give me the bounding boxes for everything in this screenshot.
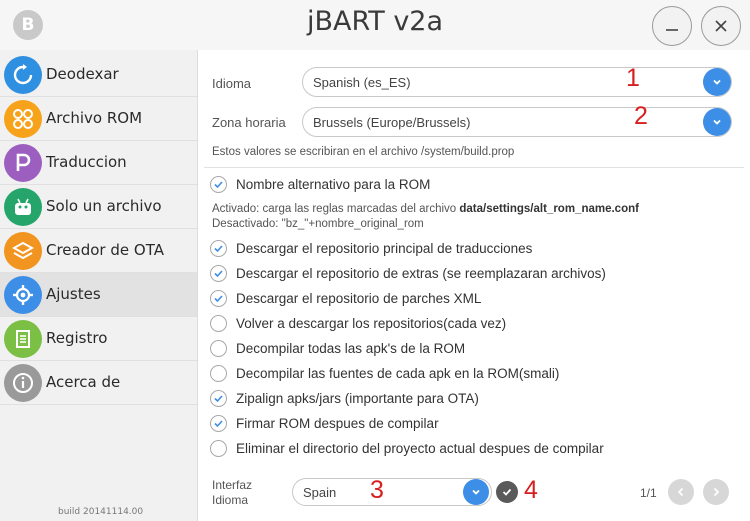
page-indicator: 1/1 bbox=[640, 486, 657, 500]
build-version: build 20141114.00 bbox=[58, 507, 144, 517]
sidebar-item-label: Archivo ROM bbox=[46, 109, 143, 127]
option-item[interactable]: Decompilar las fuentes de cada apk en la… bbox=[210, 364, 730, 384]
annotation-marker: 3 bbox=[370, 476, 384, 504]
android-icon bbox=[4, 188, 42, 226]
interfaz-label: Interfaz bbox=[212, 478, 253, 492]
layers-icon bbox=[4, 232, 42, 270]
sidebar-item-traduccion[interactable]: Traduccion bbox=[0, 141, 197, 185]
sidebar-item-acerca-de[interactable]: Acerca de bbox=[0, 361, 197, 405]
sidebar-item-label: Solo un archivo bbox=[46, 197, 162, 215]
sidebar-item-label: Acerca de bbox=[46, 373, 121, 391]
sidebar-item-solo-un-archivo[interactable]: Solo un archivo bbox=[0, 185, 197, 229]
alt-name-active-note: Activado: carga las reglas marcadas del … bbox=[212, 203, 639, 215]
interface-language-value: Spain bbox=[303, 485, 337, 500]
idioma-value: Spanish (es_ES) bbox=[313, 75, 411, 90]
refresh-icon bbox=[4, 56, 42, 94]
check-icon[interactable] bbox=[210, 265, 227, 282]
buildprop-note: Estos valores se escribiran en el archiv… bbox=[212, 146, 515, 158]
zona-horaria-label: Zona horaria bbox=[212, 115, 286, 130]
sidebar-item-creador-de-ota[interactable]: Creador de OTA bbox=[0, 229, 197, 273]
option-item[interactable]: Descargar el repositorio de parches XML bbox=[210, 289, 730, 309]
option-label: Descargar el repositorio de extras (se r… bbox=[236, 266, 606, 281]
chevron-down-icon[interactable] bbox=[703, 108, 731, 136]
idioma-label: Idioma bbox=[212, 76, 252, 91]
check-icon[interactable] bbox=[210, 390, 227, 407]
option-label: Nombre alternativo para la ROM bbox=[236, 177, 431, 192]
sidebar-item-deodexar[interactable]: Deodexar bbox=[0, 53, 197, 97]
settings-panel: Idioma Spanish (es_ES) 1 Zona horaria Br… bbox=[198, 50, 750, 521]
zona-horaria-value: Brussels (Europe/Brussels) bbox=[313, 115, 471, 130]
checkbox-empty-icon[interactable] bbox=[210, 315, 227, 332]
check-icon[interactable] bbox=[210, 290, 227, 307]
chevron-down-icon[interactable] bbox=[703, 68, 731, 96]
gear-icon bbox=[4, 276, 42, 314]
option-item[interactable]: Decompilar todas las apk's de la ROM bbox=[210, 339, 730, 359]
option-item[interactable]: Zipalign apks/jars (importante para OTA) bbox=[210, 389, 730, 409]
sidebar-item-label: Deodexar bbox=[46, 65, 119, 83]
option-label: Eliminar el directorio del proyecto actu… bbox=[236, 441, 604, 456]
checkbox-empty-icon[interactable] bbox=[210, 440, 227, 457]
next-page-button[interactable] bbox=[703, 479, 729, 505]
sidebar-item-ajustes[interactable]: Ajustes bbox=[0, 273, 197, 317]
minimize-button[interactable] bbox=[652, 6, 692, 46]
option-label: Descargar el repositorio principal de tr… bbox=[236, 241, 533, 256]
sidebar: Deodexar Archivo ROM Traduccion Solo un … bbox=[0, 50, 198, 521]
sidebar-item-label: Traduccion bbox=[46, 153, 127, 171]
check-icon[interactable] bbox=[210, 240, 227, 257]
close-icon bbox=[715, 20, 727, 32]
option-label: Decompilar las fuentes de cada apk en la… bbox=[236, 366, 560, 381]
alt-name-inactive-note: Desactivado: "bz_"+nombre_original_rom bbox=[212, 218, 424, 230]
p-letter-icon bbox=[4, 144, 42, 182]
app-title: jBART v2a bbox=[306, 6, 444, 37]
checkbox-empty-icon[interactable] bbox=[210, 365, 227, 382]
sidebar-item-label: Ajustes bbox=[46, 285, 101, 303]
check-icon bbox=[502, 488, 512, 496]
annotation-marker: 1 bbox=[626, 64, 640, 92]
sidebar-item-label: Registro bbox=[46, 329, 108, 347]
alt-name-path: data/settings/alt_rom_name.conf bbox=[459, 203, 639, 215]
interface-language-select[interactable]: Spain bbox=[292, 478, 492, 506]
option-item[interactable]: Volver a descargar los repositorios(cada… bbox=[210, 314, 730, 334]
idioma-interfaz-label: Idioma bbox=[212, 493, 249, 507]
option-item[interactable]: Descargar el repositorio principal de tr… bbox=[210, 239, 730, 259]
check-icon[interactable] bbox=[210, 415, 227, 432]
option-label: Zipalign apks/jars (importante para OTA) bbox=[236, 391, 479, 406]
alt-name-active-text: Activado: carga las reglas marcadas del … bbox=[212, 203, 460, 215]
chevron-down-icon[interactable] bbox=[463, 479, 489, 505]
info-icon bbox=[4, 364, 42, 402]
sidebar-item-archivo-rom[interactable]: Archivo ROM bbox=[0, 97, 197, 141]
option-item[interactable]: Firmar ROM despues de compilar bbox=[210, 414, 730, 434]
apply-language-button[interactable] bbox=[496, 481, 518, 503]
sidebar-item-registro[interactable]: Registro bbox=[0, 317, 197, 361]
chevron-right-icon bbox=[713, 487, 720, 497]
zona-horaria-select[interactable]: Brussels (Europe/Brussels) bbox=[302, 107, 732, 137]
document-icon bbox=[4, 320, 42, 358]
grid-icon bbox=[4, 100, 42, 138]
option-label: Firmar ROM despues de compilar bbox=[236, 416, 439, 431]
option-label: Decompilar todas las apk's de la ROM bbox=[236, 341, 466, 356]
close-button[interactable] bbox=[701, 6, 741, 46]
divider bbox=[204, 167, 744, 168]
annotation-marker: 4 bbox=[524, 476, 538, 504]
option-label: Volver a descargar los repositorios(cada… bbox=[236, 316, 507, 331]
alt-rom-name-option[interactable]: Nombre alternativo para la ROM bbox=[210, 175, 730, 195]
option-label: Descargar el repositorio de parches XML bbox=[236, 291, 482, 306]
minimize-icon bbox=[666, 29, 678, 31]
annotation-marker: 2 bbox=[634, 102, 648, 130]
check-icon[interactable] bbox=[210, 176, 227, 193]
option-item[interactable]: Descargar el repositorio de extras (se r… bbox=[210, 264, 730, 284]
previous-page-button[interactable] bbox=[668, 479, 694, 505]
title-bar: B jBART v2a bbox=[0, 0, 750, 50]
sidebar-item-label: Creador de OTA bbox=[46, 241, 164, 259]
checkbox-empty-icon[interactable] bbox=[210, 340, 227, 357]
idioma-select[interactable]: Spanish (es_ES) bbox=[302, 67, 732, 97]
option-item[interactable]: Eliminar el directorio del proyecto actu… bbox=[210, 439, 730, 459]
chevron-left-icon bbox=[677, 487, 684, 497]
